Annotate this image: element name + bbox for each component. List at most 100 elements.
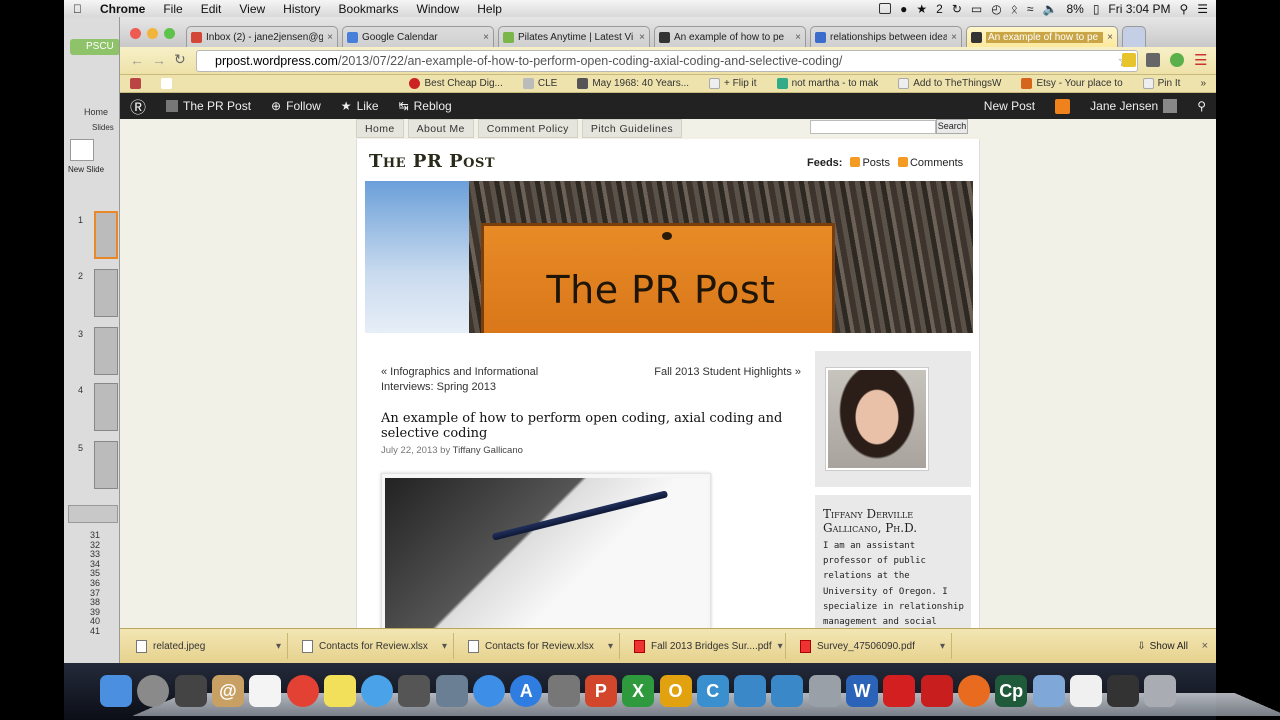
excel-icon[interactable]: X	[622, 675, 655, 707]
download-item[interactable]: Contacts for Review.xlsx ▾	[292, 633, 454, 659]
view-toggle[interactable]	[68, 505, 118, 523]
wifi-icon[interactable]: ≈	[1027, 2, 1034, 16]
bluetooth-icon[interactable]: ᛟ	[1011, 2, 1018, 16]
follow-button[interactable]: ⊕ Follow	[261, 99, 331, 113]
stickies-icon[interactable]	[323, 675, 356, 707]
sync-icon[interactable]: ↻	[952, 2, 962, 16]
blog-title[interactable]: The PR Post	[369, 151, 495, 172]
finder-icon[interactable]	[100, 675, 132, 707]
site-link[interactable]: The PR Post	[156, 99, 261, 113]
tab-pr-post-active[interactable]: An example of how to pe ×	[966, 26, 1118, 48]
ppt-home-label[interactable]: Home	[84, 107, 108, 117]
folder-icon[interactable]	[1032, 675, 1065, 707]
close-icon[interactable]: ×	[1202, 640, 1208, 652]
feed-comments-link[interactable]: Comments	[897, 157, 963, 169]
volume-icon[interactable]: 🔈	[1043, 2, 1058, 16]
download-item[interactable]: Survey_47506090.pdf ▾	[790, 633, 952, 659]
acrobat-icon[interactable]	[883, 675, 916, 707]
show-all-downloads-button[interactable]: ⇩ Show All	[1137, 633, 1188, 659]
bookmark-item[interactable]: Pin It	[1133, 78, 1191, 89]
menu-file[interactable]: File	[154, 2, 191, 16]
chevron-down-icon[interactable]: ▾	[778, 641, 785, 652]
like-button[interactable]: ★ Like	[331, 99, 389, 113]
close-icon[interactable]: ×	[327, 32, 333, 43]
chevron-down-icon[interactable]: ▾	[608, 641, 619, 652]
download-item[interactable]: Contacts for Review.xlsx ▾	[458, 633, 620, 659]
reblog-button[interactable]: ↹ Reblog	[389, 99, 462, 113]
nav-about-me[interactable]: About Me	[407, 119, 474, 138]
nav-home[interactable]: Home	[356, 119, 404, 138]
slide-thumbnail[interactable]	[94, 327, 118, 375]
new-post-button[interactable]: New Post	[974, 99, 1045, 113]
close-icon[interactable]: ×	[1107, 32, 1113, 43]
document-icon[interactable]	[1069, 675, 1102, 707]
bookmark-item[interactable]: not martha - to mak	[767, 78, 889, 89]
iphoto-icon[interactable]	[435, 675, 468, 707]
notifications-icon[interactable]	[1045, 98, 1080, 114]
nav-comment-policy[interactable]: Comment Policy	[477, 119, 578, 138]
close-icon[interactable]: ×	[639, 32, 645, 43]
reload-icon[interactable]: ↻	[174, 51, 186, 68]
extension-icon[interactable]	[1170, 53, 1184, 67]
tools-icon[interactable]	[808, 675, 841, 707]
stack-icon[interactable]	[1107, 675, 1140, 707]
battery-icon[interactable]: ▯	[1093, 2, 1100, 16]
ppt-tab[interactable]: PSCU	[70, 39, 119, 55]
slide-thumbnail[interactable]	[94, 383, 118, 431]
menu-view[interactable]: View	[230, 2, 274, 16]
download-item[interactable]: Fall 2013 Bridges Sur....pdf ▾	[624, 633, 786, 659]
user-menu[interactable]: Jane Jensen	[1080, 99, 1187, 113]
reader-icon[interactable]	[920, 675, 953, 707]
messages-icon[interactable]	[361, 675, 394, 707]
close-window-button[interactable]	[130, 28, 141, 39]
slide-thumbnail[interactable]	[94, 269, 118, 317]
notification-icon[interactable]: ★	[916, 2, 927, 16]
bookmark-item[interactable]	[151, 78, 182, 89]
slide-thumbnail[interactable]	[94, 441, 118, 489]
search-input[interactable]	[810, 120, 936, 134]
network-icon[interactable]	[771, 675, 804, 707]
zoom-window-button[interactable]	[164, 28, 175, 39]
itunes-icon[interactable]	[473, 675, 505, 707]
feed-posts-link[interactable]: Posts	[850, 157, 890, 169]
menu-bookmarks[interactable]: Bookmarks	[330, 2, 408, 16]
captivate-icon[interactable]: Cp	[995, 675, 1028, 707]
spotlight-icon[interactable]: ⚲	[1179, 2, 1188, 16]
apps-icon[interactable]	[120, 78, 151, 89]
minimize-window-button[interactable]	[147, 28, 158, 39]
clock[interactable]: Fri 3:04 PM	[1108, 2, 1170, 16]
word-icon[interactable]: W	[846, 675, 878, 707]
outlook-icon[interactable]: O	[659, 675, 692, 707]
contacts-icon[interactable]: @	[211, 675, 244, 707]
forward-icon[interactable]: →	[152, 52, 166, 68]
tab-pr-post-1[interactable]: An example of how to pe ×	[654, 26, 806, 48]
nav-pitch-guidelines[interactable]: Pitch Guidelines	[581, 119, 683, 138]
battery-label[interactable]: 8%	[1066, 2, 1083, 16]
chevron-down-icon[interactable]: ▾	[276, 641, 287, 652]
extension-icon[interactable]	[1146, 53, 1160, 67]
notification-count[interactable]: 2	[936, 2, 943, 16]
next-post-link[interactable]: Fall 2013 Student Highlights »	[654, 365, 801, 380]
extension-icon[interactable]	[1122, 53, 1136, 67]
list-icon[interactable]: ☰	[1197, 2, 1208, 16]
search-button[interactable]: Search	[936, 119, 968, 134]
slide-thumbnail[interactable]	[94, 211, 118, 259]
menu-history[interactable]: History	[274, 2, 329, 16]
back-icon[interactable]: ←	[130, 52, 144, 68]
bookmark-item[interactable]: Etsy - Your place to	[1011, 78, 1132, 89]
bookmark-item[interactable]: + Flip it	[699, 78, 767, 89]
tab-google-calendar[interactable]: Google Calendar ×	[342, 26, 494, 48]
preferences-icon[interactable]	[547, 675, 580, 707]
close-icon[interactable]: ×	[951, 32, 957, 43]
menu-edit[interactable]: Edit	[192, 2, 231, 16]
photobooth-icon[interactable]	[174, 675, 207, 707]
captivate-status-icon[interactable]	[879, 3, 892, 14]
apple-icon[interactable]: 	[64, 2, 91, 16]
menu-window[interactable]: Window	[408, 2, 469, 16]
tab-pilates-anytime[interactable]: Pilates Anytime | Latest Vi ×	[498, 26, 650, 48]
new-slide-label[interactable]: New Slide	[68, 165, 104, 174]
captivate-c-icon[interactable]: C	[696, 675, 729, 707]
tab-relationships[interactable]: relationships between idea ×	[810, 26, 962, 48]
menu-help[interactable]: Help	[468, 2, 511, 16]
status-icon[interactable]: ●	[900, 2, 907, 16]
